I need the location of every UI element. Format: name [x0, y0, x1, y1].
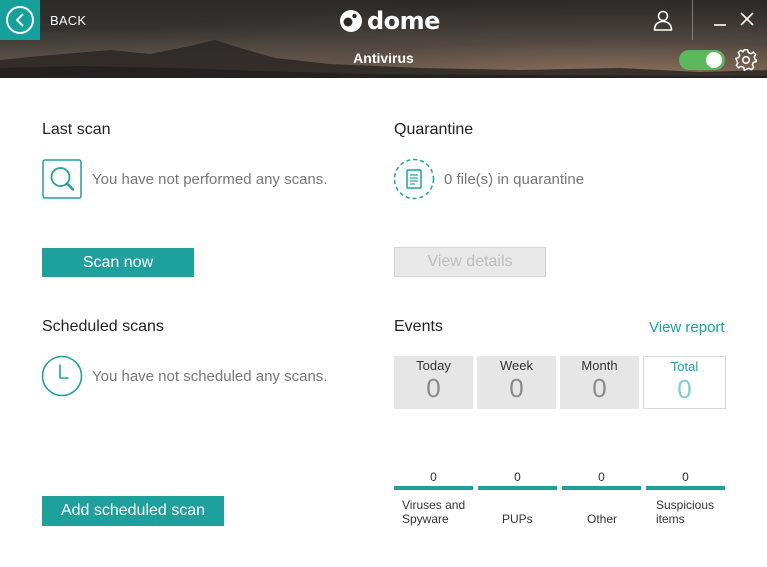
events-tab-week[interactable]: Week 0: [477, 356, 556, 409]
back-label[interactable]: BACK: [50, 13, 86, 28]
last-scan-message: You have not performed any scans.: [92, 171, 328, 188]
events-tab-label: Today: [416, 358, 451, 373]
antivirus-toggle[interactable]: [679, 50, 725, 70]
section-title: Antivirus: [353, 50, 414, 66]
scheduled-scans-title: Scheduled scans: [42, 318, 164, 335]
category-count-suspicious: 0: [682, 470, 689, 484]
close-icon[interactable]: [740, 12, 754, 26]
last-scan-title: Last scan: [42, 121, 111, 138]
category-bar-viruses: [394, 486, 473, 490]
category-label-other: Other: [587, 512, 618, 526]
category-count-viruses: 0: [430, 470, 437, 484]
add-scheduled-scan-button[interactable]: Add scheduled scan: [42, 496, 224, 526]
category-count-other: 0: [598, 470, 605, 484]
view-details-button: View details: [394, 247, 546, 277]
events-tab-value: 0: [677, 374, 692, 404]
category-label-line: Suspicious: [656, 498, 715, 512]
category-label-suspicious: Suspicious items: [656, 498, 714, 526]
events-tab-value: 0: [509, 373, 524, 403]
minimize-icon[interactable]: [713, 12, 727, 28]
user-icon[interactable]: [652, 9, 674, 31]
toggle-knob: [706, 52, 722, 68]
category-label-line: items: [656, 512, 685, 526]
view-report-link[interactable]: View report: [649, 319, 725, 336]
events-tab-label: Total: [670, 359, 699, 374]
header-divider: [692, 0, 693, 40]
scheduled-scans-message: You have not scheduled any scans.: [92, 368, 328, 385]
events-tab-label: Week: [500, 358, 533, 373]
category-bar-other: [562, 486, 641, 490]
clock-icon: [41, 355, 83, 397]
events-tab-today[interactable]: Today 0: [394, 356, 473, 409]
category-count-pups: 0: [514, 470, 521, 484]
events-tab-month[interactable]: Month 0: [560, 356, 639, 409]
events-tab-total[interactable]: Total 0: [643, 356, 726, 409]
panda-logo-icon: [340, 10, 362, 32]
category-label-viruses: Viruses and Spyware: [402, 498, 465, 526]
scan-now-button[interactable]: Scan now: [42, 248, 194, 277]
document-icon: [393, 158, 435, 200]
events-tab-value: 0: [592, 373, 607, 403]
logo-text: dome: [367, 7, 440, 35]
events-tab-value: 0: [426, 373, 441, 403]
back-button[interactable]: [0, 0, 40, 40]
app-header: BACK dome Antivirus: [0, 0, 767, 78]
magnifier-icon: [42, 159, 82, 199]
dome-logo: dome: [339, 7, 440, 35]
category-bar-suspicious: [646, 486, 725, 490]
gear-icon[interactable]: [734, 48, 758, 72]
events-title: Events: [394, 318, 443, 335]
quarantine-title: Quarantine: [394, 121, 474, 138]
category-label-line: Viruses and: [402, 498, 466, 512]
back-arrow-icon: [6, 6, 34, 34]
category-label-pups: PUPs: [502, 512, 533, 526]
events-tab-label: Month: [581, 358, 618, 373]
category-bar-pups: [478, 486, 557, 490]
quarantine-message: 0 file(s) in quarantine: [444, 171, 585, 188]
category-label-line: Spyware: [402, 512, 449, 526]
